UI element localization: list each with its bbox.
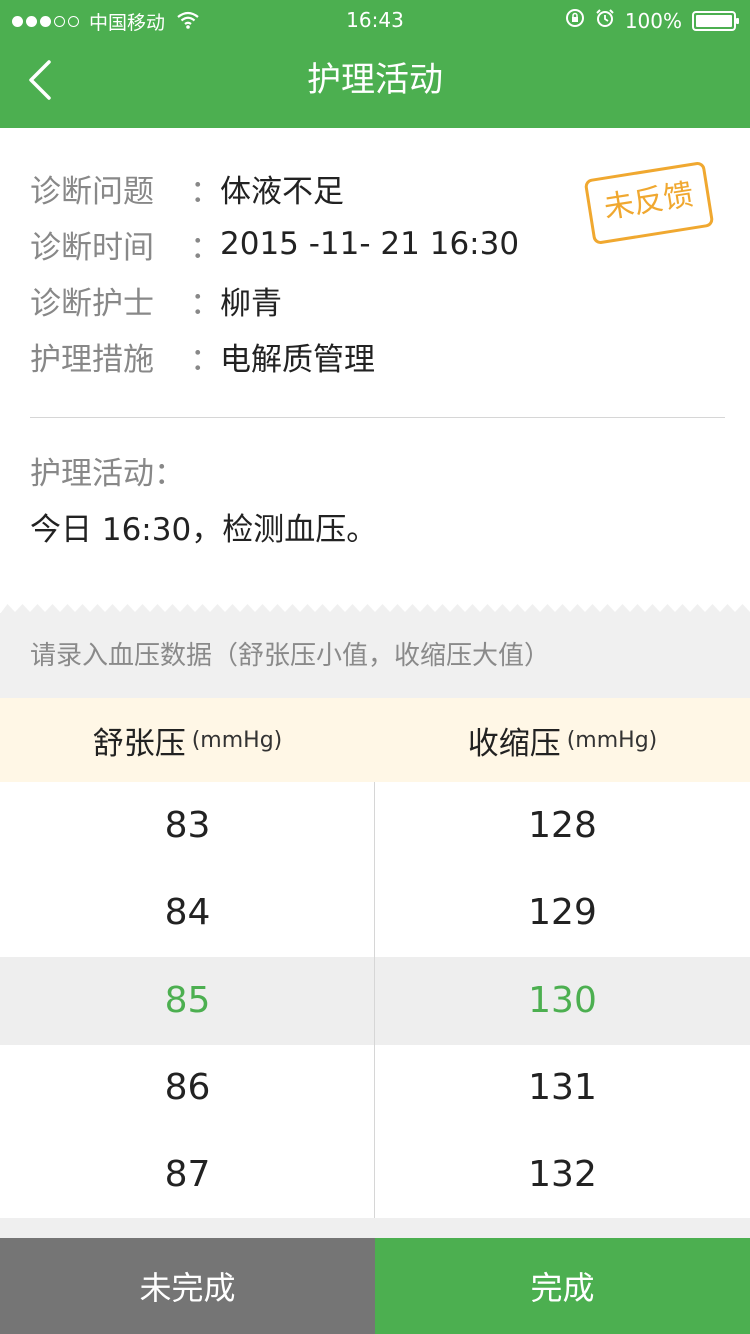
diastolic-option[interactable]: 84 [0, 869, 375, 956]
info-colon: ： [190, 173, 221, 210]
diastolic-option[interactable]: 86 [0, 1044, 375, 1131]
column-header-diastolic: 舒张压 (mmHg) [0, 698, 375, 782]
blood-pressure-input-area: 请录入血压数据（舒张压小值，收缩压大值） [0, 613, 750, 698]
rotation-lock-icon [565, 8, 585, 33]
systolic-option[interactable]: 132 [375, 1131, 750, 1218]
page-title: 护理活动 [307, 60, 443, 100]
diastolic-option-selected[interactable]: 85 [0, 957, 375, 1044]
column-unit: (mmHg) [566, 727, 658, 753]
picker-bottom-strip [0, 1218, 750, 1238]
info-label: 诊断问题 [30, 173, 154, 210]
chevron-left-icon [29, 60, 51, 100]
info-colon: ： [190, 285, 221, 322]
info-value: 电解质管理 [220, 341, 375, 378]
info-row-measure: 护理措施 ： 电解质管理 [30, 328, 720, 384]
activity-label: 护理活动： [30, 456, 185, 492]
systolic-option[interactable]: 131 [375, 1044, 750, 1131]
info-value: 体液不足 [220, 173, 344, 210]
activity-text: 今日 16:30，检测血压。 [30, 512, 378, 548]
status-right: 100% [565, 8, 739, 33]
back-button[interactable] [20, 55, 60, 105]
app-header: 中国移动 16:43 100% 护理活动 [0, 0, 750, 128]
diastolic-option[interactable]: 83 [0, 782, 375, 869]
info-label: 诊断时间 [30, 229, 154, 266]
column-header-systolic: 收缩压 (mmHg) [375, 698, 750, 782]
blood-pressure-picker[interactable]: 83 84 85 86 87 128 129 130 131 132 [0, 782, 750, 1218]
battery-percent: 100% [624, 8, 682, 33]
info-row-nurse: 诊断护士 ： 柳青 [30, 272, 720, 328]
column-unit: (mmHg) [191, 727, 283, 753]
input-hint: 请录入血压数据（舒张压小值，收缩压大值） [30, 641, 551, 671]
completed-button[interactable]: 完成 [375, 1238, 750, 1334]
systolic-picker-column[interactable]: 128 129 130 131 132 [375, 782, 750, 1218]
info-label: 护理措施 [30, 341, 154, 378]
alarm-icon [595, 8, 615, 33]
info-value: 2015 -11- 21 16:30 [220, 226, 520, 262]
zigzag-edge [0, 604, 750, 614]
status-bar: 中国移动 16:43 100% [0, 0, 750, 40]
picker-column-headers: 舒张压 (mmHg) 收缩压 (mmHg) [0, 698, 750, 782]
column-title: 舒张压 [92, 725, 186, 762]
info-value: 柳青 [220, 285, 282, 322]
systolic-option[interactable]: 129 [375, 869, 750, 956]
systolic-option-selected[interactable]: 130 [375, 957, 750, 1044]
info-colon: ： [190, 229, 221, 266]
not-completed-button[interactable]: 未完成 [0, 1238, 375, 1334]
systolic-option[interactable]: 128 [375, 782, 750, 869]
battery-icon [692, 10, 739, 31]
info-colon: ： [190, 341, 221, 378]
diastolic-option[interactable]: 87 [0, 1131, 375, 1218]
info-label: 诊断护士 [30, 285, 154, 322]
divider [30, 417, 725, 418]
column-title: 收缩压 [467, 725, 561, 762]
diastolic-picker-column[interactable]: 83 84 85 86 87 [0, 782, 375, 1218]
